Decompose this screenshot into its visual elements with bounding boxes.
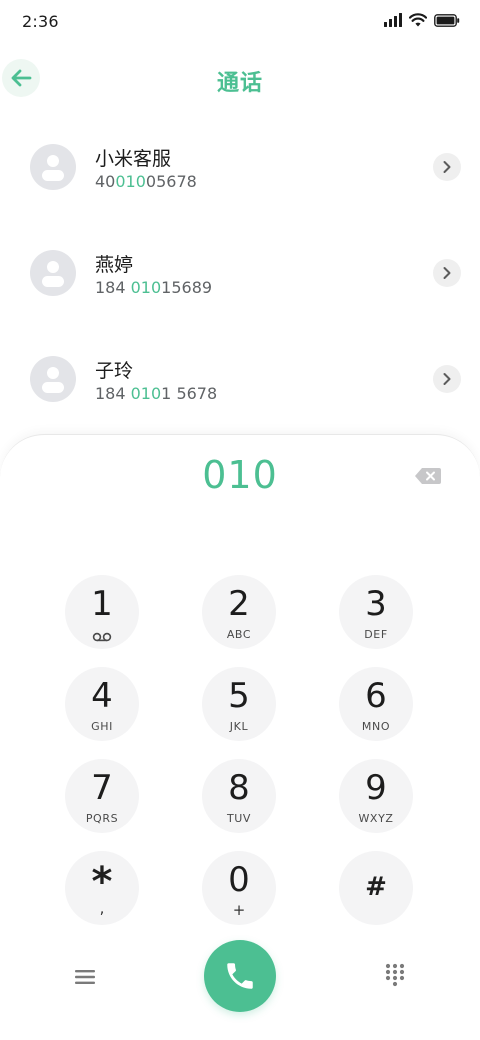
phone-icon [227,963,253,989]
phone-screen: 2:36 通话 小米客服 4001005678 燕婷 184 01015689 … [0,0,480,1040]
chevron-right-icon [443,373,451,385]
key-letters: JKL [229,720,249,733]
key-digit: 4 [91,676,113,716]
contact-number: 184 01015689 [95,278,213,297]
contact-detail-button[interactable] [433,153,461,181]
key-letters: DEF [364,628,388,641]
key-2[interactable]: 2 ABC [202,575,276,649]
number-match-highlight: 010 [115,172,146,191]
chevron-right-icon [443,267,451,279]
key-letters: WXYZ [358,812,394,825]
key-0[interactable]: 0 + [202,851,276,925]
key-star[interactable]: * , [65,851,139,925]
status-time: 2:36 [22,12,59,31]
wifi-icon [409,13,427,27]
call-button[interactable] [204,940,276,1012]
contact-name: 燕婷 [95,254,134,276]
key-3[interactable]: 3 DEF [339,575,413,649]
key-7[interactable]: 7 PQRS [65,759,139,833]
key-9[interactable]: 9 WXYZ [339,759,413,833]
contact-row[interactable]: 子玲 184 0101 5678 [0,326,480,432]
voicemail-icon [92,632,112,642]
dialpad-icon [385,963,405,987]
key-letters: , [99,899,105,917]
key-letters: TUV [226,812,252,825]
keypad-toggle-button[interactable] [382,962,408,988]
key-8[interactable]: 8 TUV [202,759,276,833]
contact-row[interactable]: 燕婷 184 01015689 [0,220,480,326]
bottom-bar [0,940,480,1020]
status-icons [384,13,460,27]
menu-button[interactable] [72,964,98,990]
battery-icon [434,13,460,27]
number-match-highlight: 010 [130,278,162,297]
key-letters: MNO [361,720,391,733]
menu-icon [75,970,95,984]
key-digit: * [91,859,113,905]
contact-detail-button[interactable] [433,365,461,393]
key-letters: PQRS [85,812,119,825]
contact-detail-button[interactable] [433,259,461,287]
contact-number: 184 0101 5678 [95,384,218,403]
avatar [30,356,76,402]
page-title: 通话 [216,71,263,96]
key-digit: 5 [228,676,250,716]
key-digit: # [365,872,387,902]
contact-name: 子玲 [95,360,134,382]
key-digit: 6 [365,676,387,716]
key-digit: 3 [365,584,387,624]
contact-name: 小米客服 [95,148,172,170]
backspace-button[interactable] [413,465,443,487]
signal-icon [384,13,402,27]
number-match-highlight: 010 [130,384,162,403]
avatar [30,250,76,296]
key-letters: + [232,901,246,919]
key-letters: GHI [91,720,113,733]
contact-row[interactable]: 小米客服 4001005678 [0,114,480,220]
status-bar: 2:36 [0,0,480,44]
key-digit: 9 [365,768,387,808]
contact-number: 4001005678 [95,172,197,191]
header: 通话 [0,56,480,104]
dial-input[interactable]: 010 [0,453,480,497]
key-digit: 2 [228,584,250,624]
key-5[interactable]: 5 JKL [202,667,276,741]
key-letters: ABC [226,628,252,641]
chevron-right-icon [443,161,451,173]
key-4[interactable]: 4 GHI [65,667,139,741]
backspace-icon [415,468,441,484]
key-digit: 7 [91,768,113,808]
key-1[interactable]: 1 [65,575,139,649]
key-digit: 0 [228,860,250,900]
avatar [30,144,76,190]
key-6[interactable]: 6 MNO [339,667,413,741]
key-digit: 8 [228,768,250,808]
key-digit: 1 [91,584,113,624]
key-hash[interactable]: # [339,851,413,925]
